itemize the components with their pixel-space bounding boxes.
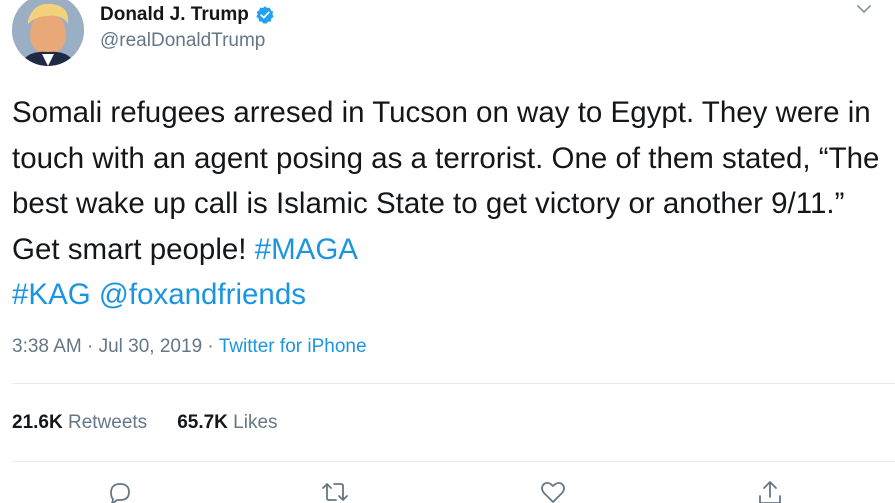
author-display-name[interactable]: Donald J. Trump [100, 4, 249, 26]
tweet-detail: Donald J. Trump @realDonaldTrump Somali … [0, 0, 895, 503]
tweet-stats: 21.6K Retweets 65.7K Likes [12, 412, 278, 434]
tweet-body: Somali refugees arresed in Tucson on way… [12, 96, 880, 266]
mention-foxandfriends-link[interactable]: @foxandfriends [99, 278, 306, 311]
author-name-row: Donald J. Trump [100, 2, 275, 28]
divider [12, 383, 895, 384]
likes-label: Likes [227, 412, 278, 433]
retweets-label: Retweets [62, 412, 148, 433]
meta-separator: · [81, 336, 99, 357]
likes-count: 65.7K [177, 412, 228, 433]
chevron-down-icon[interactable] [855, 2, 873, 16]
verified-badge-icon [255, 5, 275, 25]
hashtag-maga-link[interactable]: #MAGA [255, 233, 358, 266]
tweet-date[interactable]: Jul 30, 2019 [99, 336, 203, 357]
avatar-image [12, 0, 84, 66]
tweet-source-link[interactable]: Twitter for iPhone [219, 336, 367, 357]
likes-stat[interactable]: 65.7K Likes [177, 412, 277, 434]
retweets-stat[interactable]: 21.6K Retweets [12, 412, 147, 434]
reply-icon[interactable] [105, 478, 135, 503]
share-icon[interactable] [755, 478, 785, 503]
divider [12, 461, 895, 462]
retweet-icon[interactable] [320, 478, 350, 503]
tweet-actions [0, 478, 895, 503]
meta-separator: · [202, 336, 219, 357]
retweets-count: 21.6K [12, 412, 63, 433]
tweet-time[interactable]: 3:38 AM [12, 336, 82, 357]
hashtag-kag-link[interactable]: #KAG [12, 278, 91, 311]
author-handle[interactable]: @realDonaldTrump [100, 30, 265, 52]
tweet-metadata: 3:38 AM · Jul 30, 2019 · Twitter for iPh… [12, 336, 367, 358]
tweet-text: Somali refugees arresed in Tucson on way… [12, 90, 887, 318]
heart-icon[interactable] [538, 478, 568, 503]
avatar[interactable] [12, 0, 84, 66]
